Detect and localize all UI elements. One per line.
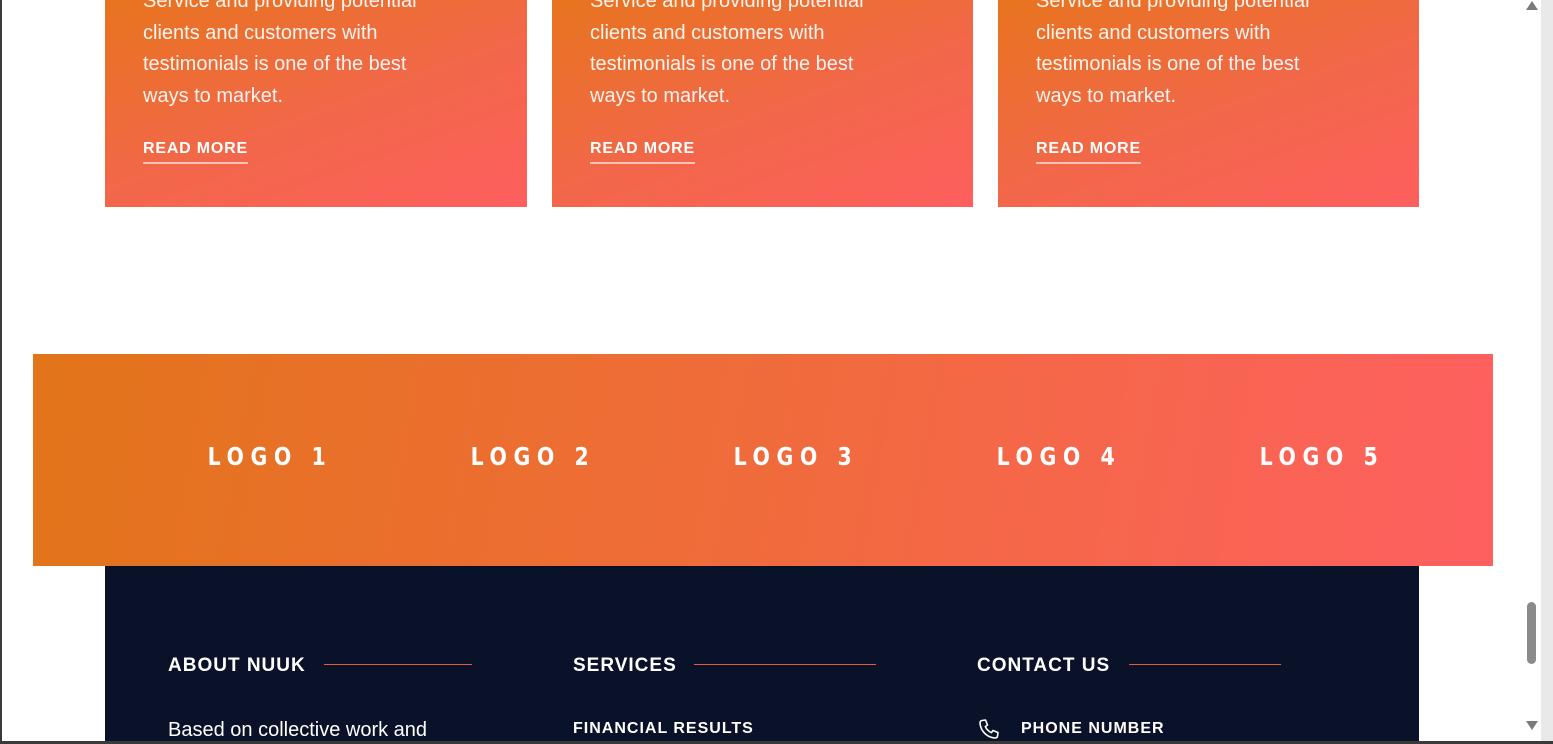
testimonial-card: Service and providing potential clients … [552, 0, 973, 207]
client-logo: LOGO 2 [470, 442, 596, 471]
client-logos-band: LOGO 1 LOGO 2 LOGO 3 LOGO 4 LOGO 5 [33, 354, 1493, 566]
contact-phone-label[interactable]: PHONE NUMBER [1021, 720, 1165, 738]
card-text: Service and providing potential clients … [143, 0, 417, 107]
scrollbar-thumb[interactable] [1527, 602, 1536, 664]
services-heading-rule [694, 664, 876, 665]
about-heading-rule [324, 664, 472, 665]
testimonial-card: Service and providing potential clients … [105, 0, 527, 207]
contact-heading: CONTACT US [977, 655, 1111, 676]
read-more-link[interactable]: READ MORE [590, 140, 695, 164]
about-text: Based on collective work and [168, 719, 428, 741]
vertical-scrollbar[interactable] [1523, 0, 1541, 741]
scroll-down-arrow-icon[interactable] [1526, 721, 1538, 730]
card-text: Service and providing potential clients … [590, 0, 864, 107]
testimonial-card: Service and providing potential clients … [998, 0, 1419, 207]
card-text: Service and providing potential clients … [1036, 0, 1310, 107]
read-more-link[interactable]: READ MORE [1036, 140, 1141, 164]
client-logo: LOGO 4 [996, 442, 1122, 471]
phone-icon [979, 719, 999, 739]
client-logo: LOGO 3 [733, 442, 859, 471]
scroll-up-arrow-icon[interactable] [1526, 1, 1538, 10]
about-heading: ABOUT NUUK [168, 655, 306, 676]
read-more-link[interactable]: READ MORE [143, 140, 248, 164]
client-logo: LOGO 1 [207, 442, 333, 471]
window-frame-right [1541, 0, 1553, 744]
contact-heading-rule [1129, 664, 1281, 665]
service-link-financial-results[interactable]: FINANCIAL RESULTS [573, 720, 754, 738]
window-frame-left [0, 0, 2, 744]
site-footer: ABOUT NUUK Based on collective work and … [105, 566, 1419, 744]
client-logo: LOGO 5 [1259, 442, 1385, 471]
services-heading: SERVICES [573, 655, 677, 676]
